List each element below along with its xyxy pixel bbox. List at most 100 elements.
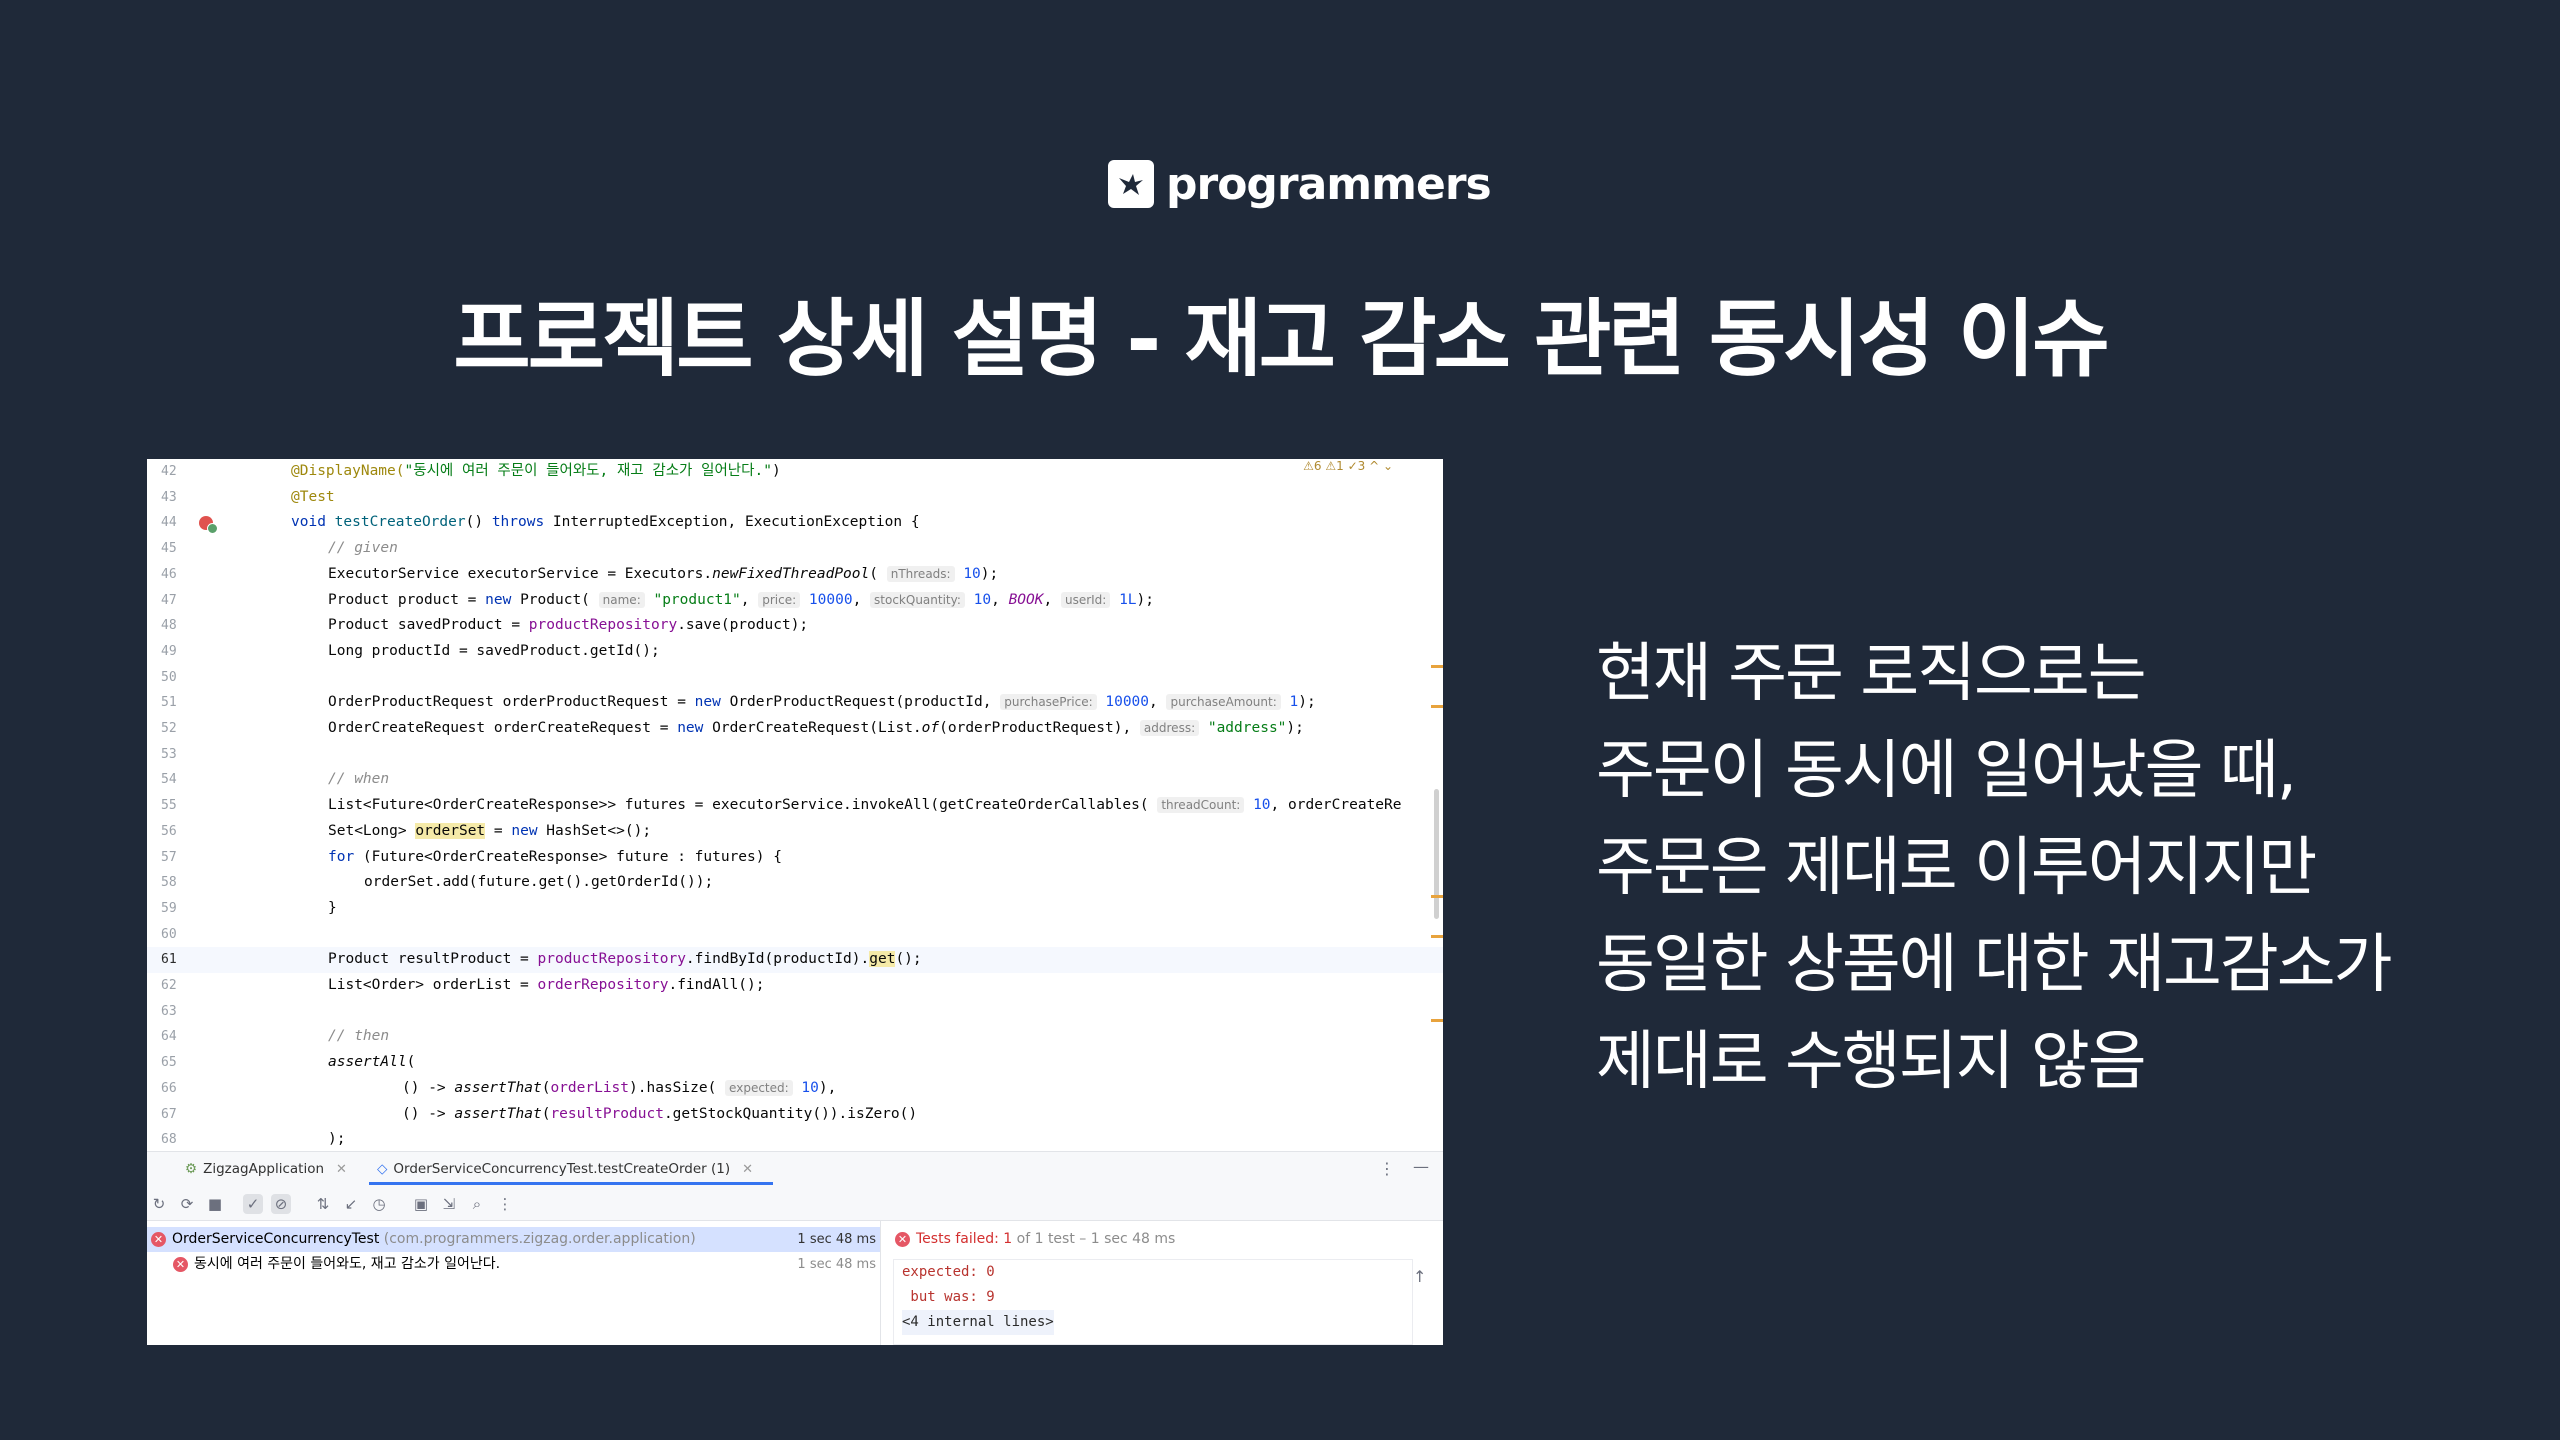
code-line: 51 OrderProductRequest orderProductReques…	[147, 690, 1443, 716]
code-editor[interactable]: ⚠6 ⚠1 ✓3 ^ ⌄ 42 @DisplayName("동시에 여러 주문이 …	[147, 459, 1443, 1151]
code-line: 59}	[147, 896, 1443, 922]
line-number: 46	[161, 566, 177, 582]
code-line: 53	[147, 742, 1443, 768]
code-line: 48 Product savedProduct = productReposito…	[147, 613, 1443, 639]
line-number: 64	[161, 1029, 177, 1045]
line-number: 60	[161, 926, 177, 942]
code-line: 63	[147, 999, 1443, 1025]
tab-zigzag-application[interactable]: ⚙ ZigzagApplication ✕	[185, 1161, 347, 1177]
more-options-icon[interactable]: ⋮	[1379, 1159, 1395, 1178]
line-number: 61	[161, 952, 177, 968]
close-icon[interactable]: ✕	[742, 1162, 753, 1177]
console-output[interactable]: expected: 0 but was: 9 <4 internal lines…	[893, 1259, 1413, 1345]
sort-duration-icon[interactable]: ↙	[341, 1194, 361, 1214]
internal-lines-link[interactable]: <4 internal lines>	[902, 1310, 1054, 1335]
tab-label: OrderServiceConcurrencyTest.testCreateOr…	[393, 1161, 731, 1177]
line-number: 48	[161, 618, 177, 634]
code-line: 46 ExecutorService executorService = Exec…	[147, 562, 1443, 588]
output-line: but was: 9	[902, 1289, 995, 1305]
line-number: 53	[161, 746, 177, 762]
run-tool-window-tabs: ⚙ ZigzagApplication ✕ ◇ OrderServiceConc…	[147, 1151, 1443, 1185]
test-results-tree: ✕ OrderServiceConcurrencyTest (com.progra…	[147, 1221, 880, 1345]
rerun-icon[interactable]: ↻	[149, 1194, 169, 1214]
line-number: 67	[161, 1106, 177, 1122]
tab-test-create-order[interactable]: ◇ OrderServiceConcurrencyTest.testCreate…	[368, 1161, 774, 1185]
line-number: 54	[161, 772, 177, 788]
test-class-name: OrderServiceConcurrencyTest	[172, 1231, 380, 1247]
code-line: 67() -> assertThat(resultProduct.getStoc…	[147, 1102, 1443, 1128]
sort-icon[interactable]: ⇅	[313, 1194, 333, 1214]
code-line: 65 assertAll(	[147, 1050, 1443, 1076]
scroll-up-icon[interactable]: ↑	[1413, 1267, 1426, 1286]
more-icon[interactable]: ⋮	[495, 1194, 515, 1214]
line-number: 59	[161, 900, 177, 916]
spring-boot-icon: ⚙	[185, 1161, 198, 1177]
code-line: 43 @Test	[147, 485, 1443, 511]
code-line: 68);	[147, 1127, 1443, 1153]
line-number: 66	[161, 1080, 177, 1096]
code-line: 45// given	[147, 536, 1443, 562]
programmers-logo-icon	[1108, 160, 1154, 208]
description-line: 동일한 상품에 대한 재고감소가	[1596, 928, 2392, 1002]
camera-icon[interactable]: ▣	[411, 1194, 431, 1214]
test-duration: 1 sec 48 ms	[797, 1232, 876, 1247]
test-toolbar: ↻ ⟳ ■ ✓ ⊘ ⇅ ↙ ◷ ▣ ⇲ ⌕ ⋮	[147, 1185, 1443, 1221]
code-line: 58 orderSet.add(future.get().getOrderId()…	[147, 870, 1443, 896]
description-text: 현재 주문 로직으로는 주문이 동시에 일어났을 때, 주문은 제대로 이루어지…	[1596, 626, 2536, 1111]
brand-logo: programmers	[1108, 158, 1492, 210]
show-passed-icon[interactable]: ✓	[243, 1194, 263, 1214]
description-line: 주문은 제대로 이루어지지만	[1596, 831, 2317, 905]
code-line: 47 Product product = new Product( name: "…	[147, 588, 1443, 614]
show-ignored-icon[interactable]: ⊘	[271, 1194, 291, 1214]
code-line: 66() -> assertThat(orderList).hasSize( e…	[147, 1076, 1443, 1102]
code-line: 55 List<Future<OrderCreateResponse>> futu…	[147, 793, 1443, 819]
code-line: 50	[147, 665, 1443, 691]
line-number: 62	[161, 978, 177, 993]
test-package: (com.programmers.zigzag.order.applicatio…	[383, 1231, 696, 1247]
code-line-current: 61 Product resultProduct = productReposit…	[147, 947, 1443, 973]
test-status: ✕ Tests failed: 1 of 1 test – 1 sec 48 ms	[895, 1231, 1175, 1247]
test-console: ✕ Tests failed: 1 of 1 test – 1 sec 48 ms…	[880, 1221, 1443, 1345]
test-method-name: 동시에 여러 주문이 들어와도, 재고 감소가 일어난다.	[194, 1256, 501, 1272]
line-number: 45	[161, 541, 177, 557]
stop-icon[interactable]: ■	[205, 1194, 225, 1214]
description-line: 제대로 수행되지 않음	[1596, 1025, 2147, 1099]
line-number: 50	[161, 669, 177, 685]
description-line: 현재 주문 로직으로는	[1596, 637, 2147, 711]
output-line: expected: 0	[902, 1264, 995, 1280]
line-number: 42	[161, 464, 177, 479]
code-line: 57 for (Future<OrderCreateResponse> futur…	[147, 845, 1443, 871]
tree-row-test-class[interactable]: ✕ OrderServiceConcurrencyTest (com.progra…	[147, 1227, 880, 1252]
line-number: 49	[161, 643, 177, 659]
rerun-failed-icon[interactable]: ⟳	[177, 1194, 197, 1214]
close-icon[interactable]: ✕	[336, 1162, 347, 1177]
code-line: 44 void testCreateOrder() throws Interrup…	[147, 510, 1443, 536]
line-number: 68	[161, 1132, 177, 1148]
test-duration: 1 sec 48 ms	[797, 1257, 876, 1272]
code-line: 54// when	[147, 767, 1443, 793]
history-icon[interactable]: ◷	[369, 1194, 389, 1214]
code-line: 52 OrderCreateRequest orderCreateRequest …	[147, 716, 1443, 742]
search-icon[interactable]: ⌕	[467, 1194, 487, 1214]
ide-screenshot: ⚠6 ⚠1 ✓3 ^ ⌄ 42 @DisplayName("동시에 여러 주문이 …	[147, 459, 1443, 1345]
brand-name: programmers	[1166, 158, 1492, 210]
page-title: 프로젝트 상세 설명 - 재고 감소 관련 동시성 이슈	[453, 290, 2109, 388]
line-number: 55	[161, 798, 177, 814]
line-number: 65	[161, 1055, 177, 1071]
line-number: 51	[161, 695, 177, 711]
code-line: 49 Long productId = savedProduct.getId();	[147, 639, 1443, 665]
line-number: 47	[161, 592, 177, 608]
fail-icon: ✕	[895, 1231, 910, 1247]
code-line: 62 List<Order> orderList = orderRepositor…	[147, 973, 1443, 999]
code-line: 60	[147, 922, 1443, 948]
line-number: 52	[161, 721, 177, 736]
tab-label: ZigzagApplication	[203, 1161, 325, 1177]
minimize-icon[interactable]: —	[1413, 1157, 1429, 1176]
run-test-gutter-icon[interactable]	[199, 516, 218, 535]
fail-icon: ✕	[151, 1231, 166, 1247]
tree-row-test-method[interactable]: ✕ 동시에 여러 주문이 들어와도, 재고 감소가 일어난다. 1 sec 48 …	[147, 1252, 880, 1277]
fail-icon: ✕	[173, 1256, 188, 1272]
test-icon: ◇	[377, 1161, 388, 1177]
import-icon[interactable]: ⇲	[439, 1194, 459, 1214]
line-number: 58	[161, 875, 177, 891]
